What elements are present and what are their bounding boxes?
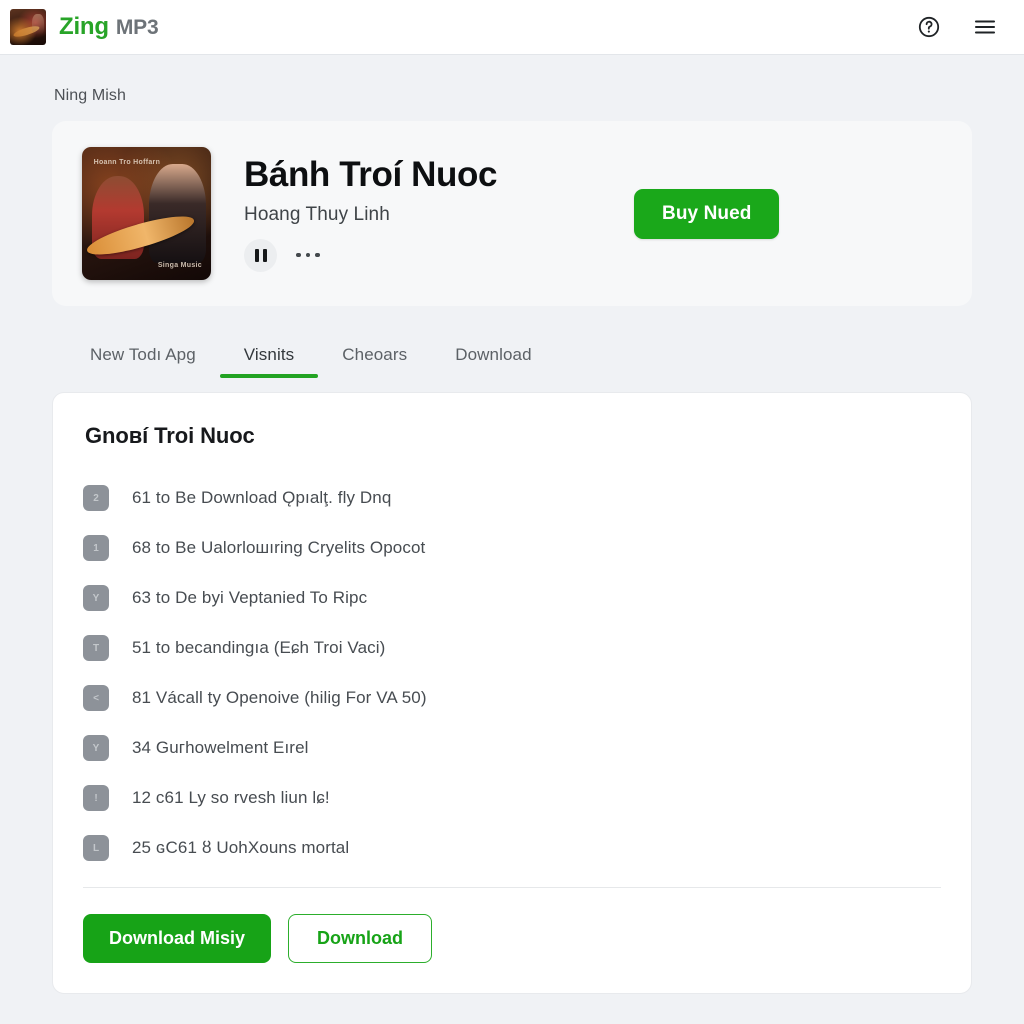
track-list: 2 61 to Be Download Ǫpıalţ. fly Dnq 1 …	[83, 455, 941, 873]
track-row[interactable]: ! 12 c61 Ly so rvesh liun lɕ!	[83, 773, 941, 823]
help-circle-icon[interactable]	[916, 14, 942, 40]
download-secondary-button[interactable]: Download	[288, 914, 433, 963]
track-label: 81 Vácall ty Openoive (hilig For VA 50)	[132, 688, 427, 707]
track-label: 61 to Be Download Ǫpıalţ. fly Dnq	[132, 488, 392, 507]
track-badge: 1	[83, 535, 109, 561]
content-panel: Gnoʙí Troi Nuoc 2 61 to Be Download Ǫpı…	[52, 392, 972, 994]
track-label: 68 to Be Ualorloшıring Cryelits Opocot	[132, 538, 426, 557]
pause-bar-left	[254, 248, 259, 262]
album-art[interactable]: Hoann Tro Hoffarn Singa Music	[82, 147, 211, 280]
song-artist[interactable]: Hoang Thuy Linh	[244, 204, 574, 226]
download-primary-button[interactable]: Download Misiy	[83, 914, 272, 963]
brand-title[interactable]: Zing MP3	[59, 13, 159, 41]
buy-button[interactable]: Buy Nued	[634, 188, 780, 239]
panel-actions: Download Misiy Download	[83, 888, 941, 993]
more-dot-2	[305, 252, 310, 258]
track-row[interactable]: Y 34 Guгhowelment Eırel	[83, 723, 941, 773]
track-label: 25 ɢС61 ȣ UohХouns mortal	[132, 838, 350, 857]
more-options-icon[interactable]	[293, 247, 323, 264]
tab-visnits[interactable]: Visnits	[219, 345, 319, 378]
track-badge: 2	[83, 485, 109, 511]
track-badge: L	[83, 835, 109, 861]
page-container: Ning Mish Hoann Tro Hoffarn Singa Music …	[0, 55, 1024, 994]
track-badge: T	[83, 635, 109, 661]
track-label: 63 to De byi Veptanied To Ripc	[132, 588, 368, 607]
track-badge: Y	[83, 735, 109, 761]
track-badge: !	[83, 785, 109, 811]
now-playing-card: Hoann Tro Hoffarn Singa Music Bánh Troí …	[52, 121, 972, 306]
app-logo-icon[interactable]	[10, 9, 46, 45]
breadcrumb[interactable]: Ning Mish	[52, 55, 972, 121]
brand-name-primary: Zing	[59, 13, 109, 40]
track-row[interactable]: T 51 to becandingıa (Eɕh Troi Vaci)	[83, 623, 941, 673]
track-row[interactable]: 1 68 to Be Ualorloшıring Cryelits Opocot	[83, 523, 941, 573]
pause-icon[interactable]	[244, 238, 277, 272]
tab-cheoars[interactable]: Cheoars	[318, 345, 431, 378]
track-badge: <	[83, 685, 109, 711]
panel-title: Gnoʙí Troi Nuoc	[85, 423, 255, 448]
hamburger-menu-icon[interactable]	[972, 14, 998, 40]
song-title: Bánh Troí Nuoc	[244, 155, 498, 195]
track-row[interactable]: 2 61 to Be Download Ǫpıalţ. fly Dnq	[83, 473, 941, 523]
track-label: 12 c61 Ly so rvesh liun lɕ!	[132, 788, 330, 807]
tab-download[interactable]: Download	[431, 345, 555, 378]
top-bar-actions	[916, 14, 998, 40]
track-label: 51 to becandingıa (Eɕh Troi Vaci)	[132, 638, 386, 657]
top-bar: Zing MP3	[0, 0, 1024, 55]
tab-new-today[interactable]: New Todı Apg	[66, 345, 220, 378]
album-art-figure-right	[149, 164, 206, 263]
track-label: 34 Guгhowelment Eırel	[132, 738, 309, 757]
track-row[interactable]: L 25 ɢС61 ȣ UohХouns mortal	[83, 823, 941, 873]
track-badge: Y	[83, 585, 109, 611]
album-art-caption-bottom: Singa Music	[157, 262, 202, 270]
pause-bar-right	[262, 248, 267, 262]
playback-controls	[244, 238, 574, 272]
album-art-caption-top: Hoann Tro Hoffarn	[93, 158, 161, 166]
more-dot-3	[315, 252, 320, 258]
track-row[interactable]: < 81 Vácall ty Openoive (hilig For VA 50…	[83, 673, 941, 723]
brand-name-secondary: MP3	[115, 16, 159, 39]
now-playing-info: Bánh Troí Nuoc Hoang Thuy Linh	[244, 155, 574, 272]
tab-bar: New Todı Apg Visnits Cheoars Download	[52, 306, 972, 378]
track-row[interactable]: Y 63 to De byi Veptanied To Ripc	[83, 573, 941, 623]
more-dot-1	[296, 252, 301, 258]
